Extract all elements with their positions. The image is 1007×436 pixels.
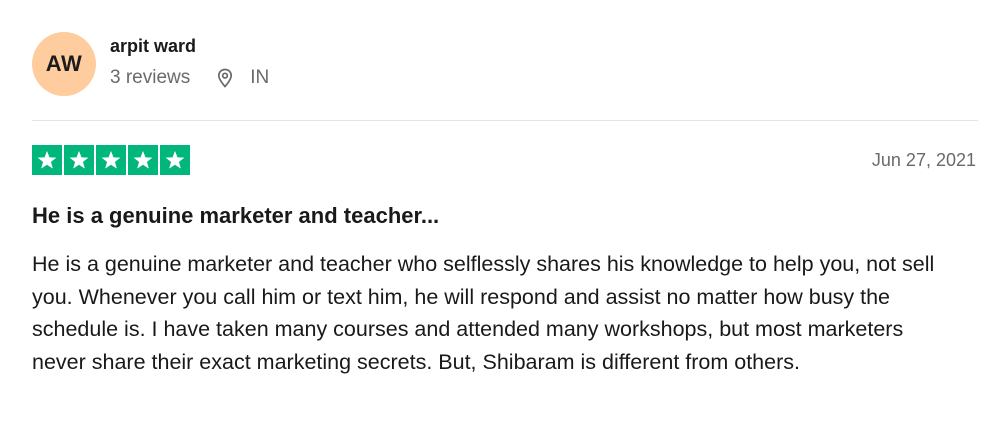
- avatar-initials: AW: [45, 51, 83, 76]
- review-count: 3 reviews: [110, 67, 191, 88]
- review-date: Jun 27, 2021: [871, 150, 976, 170]
- country-code: IN: [250, 67, 270, 88]
- review-card: AW arpit ward 3 reviews IN Jun 27, 2021 …: [0, 0, 1007, 436]
- star-icon: [96, 145, 126, 175]
- star-icon: [128, 145, 158, 175]
- review-body: He is a genuine marketer and teacher who…: [32, 252, 935, 374]
- review-title[interactable]: He is a genuine marketer and teacher...: [32, 203, 439, 229]
- reviewer-name[interactable]: arpit ward: [110, 35, 269, 57]
- star-rating: [32, 145, 190, 175]
- reviewer-info: arpit ward 3 reviews IN: [110, 32, 269, 90]
- reviewer-location: IN: [214, 66, 269, 90]
- star-icon: [160, 145, 190, 175]
- star-icon: [32, 145, 62, 175]
- divider: [32, 120, 978, 121]
- avatar[interactable]: AW: [32, 32, 96, 96]
- reviewer-meta: 3 reviews IN: [110, 66, 269, 90]
- reviewer-header: AW arpit ward 3 reviews IN: [32, 32, 269, 96]
- location-pin-icon: [214, 67, 236, 89]
- star-icon: [64, 145, 94, 175]
